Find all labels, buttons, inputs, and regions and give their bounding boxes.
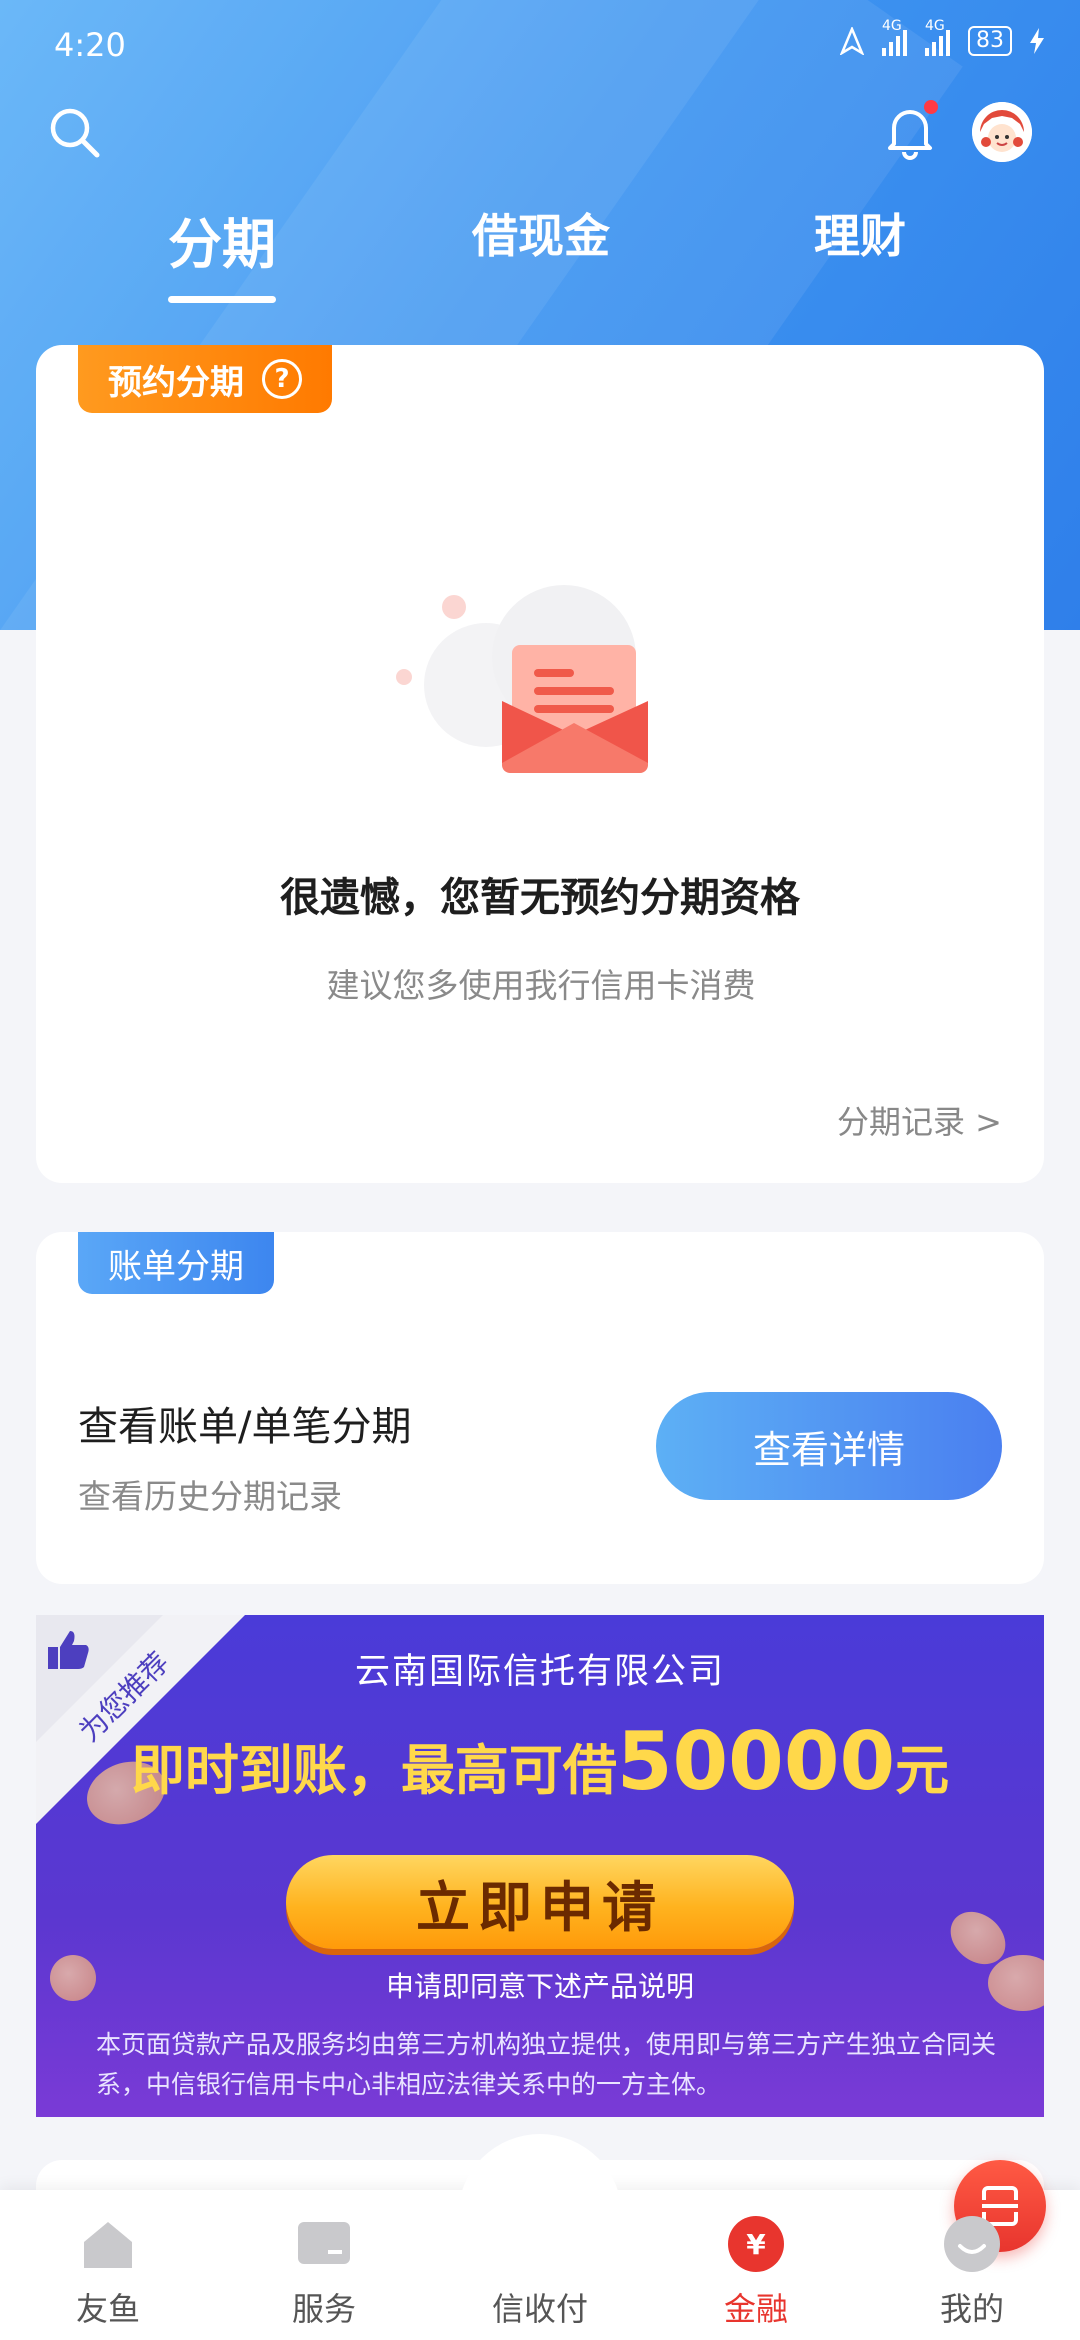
banner-disclaimer: 本页面贷款产品及服务均由第三方机构独立提供，使用即与第三方产生独立合同关系，中信…: [96, 2030, 997, 2099]
bill-installment-card: 账单分期 查看账单/单笔分期 查看历史分期记录 查看详情: [36, 1232, 1044, 1584]
banner-note: 申请即同意下述产品说明: [385, 1970, 694, 2003]
loan-ad-banner[interactable]: 为您推荐 云南国际信托有限公司 即时到账，最高可借50000元 立即申请 申请即…: [36, 1615, 1044, 2117]
reserve-badge-label: 预约分期: [108, 362, 244, 403]
tab-borrow-cash[interactable]: 借现金: [472, 200, 610, 266]
nav-youyu[interactable]: 友鱼: [28, 2190, 188, 2340]
notification-dot: [924, 100, 938, 114]
signal-icon: 4G: [882, 18, 907, 56]
tab-installment[interactable]: 分期: [168, 200, 276, 279]
top-tabs: 分期 借现金 理财: [0, 190, 1080, 310]
installment-record-link[interactable]: 分期记录 >: [837, 1097, 1002, 1143]
tab-wealth[interactable]: 理财: [814, 200, 906, 266]
bill-title: 查看账单/单笔分期: [78, 1404, 412, 1450]
nav-finance[interactable]: ¥ 金融: [676, 2190, 836, 2340]
profile-icon: [944, 2216, 1000, 2272]
bill-subtitle: 查看历史分期记录: [78, 1477, 342, 1516]
bell-icon[interactable]: [882, 100, 938, 160]
empty-subtitle: 建议您多使用我行信用卡消费: [326, 966, 756, 1005]
status-bar: 4:20 4G 4G 83: [0, 0, 1080, 90]
view-details-button[interactable]: 查看详情: [656, 1392, 1002, 1500]
company-name: 云南国际信托有限公司: [354, 1652, 725, 1692]
empty-title: 很遗憾，您暂无预约分期资格: [280, 875, 800, 921]
yen-icon: ¥: [728, 2216, 784, 2272]
status-time: 4:20: [54, 26, 126, 64]
bottom-navigation: 友鱼 服务 信收付 ¥ 金融 我的: [0, 2134, 1080, 2340]
signal-icon-2: 4G: [925, 18, 950, 56]
battery-indicator: 83: [968, 26, 1012, 56]
loan-amount: 50000: [616, 1715, 896, 1808]
svg-text:¥: ¥: [746, 2228, 766, 2261]
nav-xinshoufu[interactable]: 信收付: [460, 2160, 1046, 2340]
home-icon: [84, 2222, 132, 2268]
navigation-icon: [840, 27, 864, 55]
avatar[interactable]: [972, 102, 1032, 162]
reserve-badge: 预约分期 ?: [78, 345, 332, 413]
nav-mine[interactable]: 我的: [892, 2190, 1052, 2340]
apply-now-button[interactable]: 立即申请: [286, 1855, 794, 1949]
charging-icon: [1030, 28, 1044, 54]
search-icon[interactable]: [46, 104, 102, 160]
reserve-installment-card: 预约分期 ? 很遗憾，您暂无预约分期资格 建议您多使用我行信用卡消费 分期记录 …: [36, 345, 1044, 1183]
question-icon[interactable]: ?: [262, 359, 302, 399]
service-icon: [298, 2222, 350, 2264]
nav-service[interactable]: 服务: [244, 2190, 404, 2340]
bill-badge: 账单分期: [78, 1232, 274, 1294]
empty-envelope-icon: [396, 585, 648, 773]
active-tab-indicator: [168, 296, 276, 303]
banner-headline: 即时到账，最高可借50000元: [130, 1715, 950, 1808]
